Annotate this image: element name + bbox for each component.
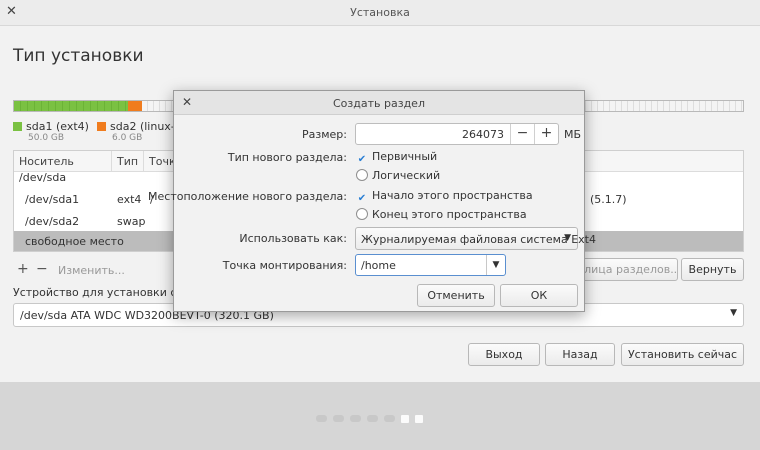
column-type[interactable]: Тип [117,155,138,168]
dialog-titlebar: ✕ Создать раздел [174,91,584,115]
radio-empty-icon [356,208,368,220]
checkmark-icon: ✔ [357,154,367,165]
chevron-down-icon: ▼ [564,233,571,243]
mount-point-label: Точка монтирования: [222,259,347,272]
legend-swatch [97,122,106,131]
revert-button[interactable]: Вернуть [681,258,744,281]
chevron-down-icon: ▼ [730,308,737,318]
install-now-button[interactable]: Установить сейчас [621,343,744,366]
legend-item-sda1: sda1 (ext4) 50.0 GB [13,120,89,143]
use-as-value: Журналируемая файловая система Ext4 [361,233,596,246]
dialog-title: Создать раздел [333,97,425,110]
disk-segment-sda1 [14,101,128,111]
legend-item-sda2: sda2 (linux-s 6.0 GB [97,120,181,143]
column-divider [143,151,144,172]
table-row[interactable]: /dev/sda [19,171,66,184]
plus-icon[interactable]: + [534,124,558,144]
radio-location-end-label: Конец этого пространства [372,208,527,221]
remove-partition-button[interactable]: − [36,261,48,277]
legend-label: sda2 (linux-s [110,120,181,133]
progress-dot [333,415,344,422]
partition-type-label: Тип нового раздела: [227,151,347,164]
table-cell-device: свободное место [25,235,124,248]
new-partition-table-button[interactable]: блица разделов... [580,258,678,281]
progress-dot-active [415,415,423,423]
cancel-button[interactable]: Отменить [417,284,495,307]
mount-point-value[interactable]: /home [361,259,396,272]
legend-size: 50.0 GB [28,133,65,143]
radio-location-start-label: Начало этого пространства [372,189,533,202]
progress-dot [367,415,378,422]
minus-icon[interactable]: − [510,124,534,144]
progress-dot-active [401,415,409,423]
checkmark-icon: ✔ [357,193,367,204]
back-button[interactable]: Назад [545,343,615,366]
disk-segment-sda2 [128,101,142,111]
radio-empty-icon [356,169,368,181]
size-stepper[interactable]: 264073 − + [355,123,559,145]
radio-primary-label: Первичный [372,150,438,163]
quit-button[interactable]: Выход [468,343,540,366]
column-device[interactable]: Носитель [19,155,74,168]
size-unit: МБ [564,128,582,141]
table-row[interactable]: /dev/sda2 [25,215,79,228]
radio-location-end[interactable]: Конец этого пространства [356,208,527,221]
legend-label: sda1 (ext4) [26,120,89,133]
location-label: Местоположение нового раздела: [148,190,347,203]
column-divider [111,151,112,172]
add-partition-button[interactable]: + [17,261,29,277]
change-partition-button[interactable]: Изменить... [58,264,125,277]
radio-primary[interactable]: ✔ Первичный [356,150,437,166]
radio-location-start[interactable]: ✔ Начало этого пространства [356,189,533,205]
use-as-label: Использовать как: [239,232,347,245]
chevron-down-icon[interactable]: ▼ [486,255,505,275]
page-title: Тип установки [13,46,144,66]
legend-size: 6.0 GB [112,133,143,143]
progress-dot [350,415,361,422]
use-as-select[interactable]: Журналируемая файловая система Ext4 ▼ [355,227,596,250]
window-title: Установка [350,6,410,19]
radio-logical[interactable]: Логический [356,169,440,182]
table-cell-extra: (5.1.7) [590,193,627,206]
table-cell-type: swap [117,215,146,228]
legend-swatch [13,122,22,131]
progress-dots [316,415,423,423]
table-cell-type: ext4 [117,193,142,206]
table-row[interactable]: /dev/sda1 [25,193,79,206]
column-mount[interactable]: Точк [149,155,176,168]
progress-dot [316,415,327,422]
size-value[interactable]: 264073 [462,128,504,141]
progress-dot [384,415,395,422]
ok-button[interactable]: ОК [500,284,578,307]
window-titlebar: ✕ Установка [0,0,760,26]
slideshow-footer [0,382,760,450]
radio-logical-label: Логический [372,169,441,182]
mount-point-combo[interactable]: /home ▼ [355,254,506,276]
size-label: Размер: [302,128,347,141]
create-partition-dialog: ✕ Создать раздел Размер: 264073 − + МБ Т… [148,90,596,312]
